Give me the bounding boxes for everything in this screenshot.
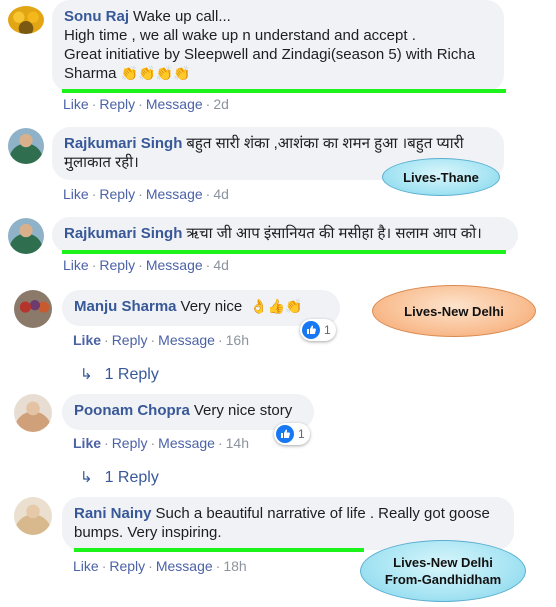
comment-author[interactable]: Sonu Raj <box>64 8 129 25</box>
comment-text: Sharma <box>64 65 117 82</box>
like-link[interactable]: Like <box>63 257 89 273</box>
timestamp[interactable]: 18h <box>223 558 246 574</box>
message-link[interactable]: Message <box>146 257 203 273</box>
message-link[interactable]: Message <box>146 96 203 112</box>
comment-author[interactable]: Poonam Chopra <box>74 402 190 419</box>
comment-text: High time , we all wake up n understand … <box>64 27 416 44</box>
view-replies-link[interactable]: ↳ 1 Reply <box>80 468 159 487</box>
comment-actions: Like · Reply · Message · 4d <box>63 186 229 202</box>
comment-text: ऋचा जी आप इंसानियत की मसीहा है। सलाम आप … <box>186 225 482 242</box>
like-link[interactable]: Like <box>73 558 99 574</box>
reply-link[interactable]: Reply <box>99 257 135 273</box>
avatar[interactable] <box>14 394 52 432</box>
highlight-underline <box>62 250 506 254</box>
comment-text: बहुत सारी शंका ,आशंका का शमन हुआ ।बहुत प… <box>186 135 464 152</box>
reply-arrow-icon: ↳ <box>80 469 93 486</box>
reaction-count: 1 <box>324 323 331 337</box>
highlight-underline <box>74 548 364 552</box>
avatar[interactable] <box>14 497 52 535</box>
highlight-underline <box>62 89 506 93</box>
reply-arrow-icon: ↳ <box>80 366 93 383</box>
like-link[interactable]: Like <box>73 435 101 451</box>
comment-author[interactable]: Rajkumari Singh <box>64 135 182 152</box>
callout-text: Lives-Thane <box>403 169 479 185</box>
reply-link[interactable]: Reply <box>112 332 148 348</box>
location-callout-thane: Lives-Thane <box>382 158 500 196</box>
like-link[interactable]: Like <box>63 96 89 112</box>
comment-actions: Like · Reply · Message · 4d <box>63 257 229 273</box>
timestamp[interactable]: 2d <box>213 96 229 112</box>
comment-actions: Like · Reply · Message · 14h <box>73 435 249 451</box>
message-link[interactable]: Message <box>156 558 213 574</box>
reply-link[interactable]: Reply <box>109 558 145 574</box>
location-callout-gandhidham: Lives-New Delhi From-Gandhidham <box>360 540 526 602</box>
comment-author[interactable]: Rajkumari Singh <box>64 225 182 242</box>
message-link[interactable]: Message <box>158 332 215 348</box>
comment-actions: Like · Reply · Message · 2d <box>63 96 229 112</box>
reaction-summary[interactable]: 1 <box>274 423 310 445</box>
timestamp[interactable]: 4d <box>213 257 229 273</box>
timestamp[interactable]: 14h <box>226 435 249 451</box>
message-link[interactable]: Message <box>146 186 203 202</box>
comment-text: Very nice <box>180 298 243 315</box>
comment-actions: Like · Reply · Message · 16h <box>73 332 249 348</box>
callout-text: Lives-New Delhi <box>393 555 493 570</box>
like-link[interactable]: Like <box>63 186 89 202</box>
like-link[interactable]: Like <box>73 332 101 348</box>
comment-author[interactable]: Manju Sharma <box>74 298 177 315</box>
timestamp[interactable]: 16h <box>226 332 249 348</box>
replies-count[interactable]: 1 Reply <box>105 366 159 383</box>
callout-text: From-Gandhidham <box>384 572 502 587</box>
comment-text: Such a beautiful narrative of life . Rea… <box>155 505 490 522</box>
avatar[interactable] <box>14 290 52 328</box>
avatar[interactable] <box>8 6 44 34</box>
like-reaction-icon <box>302 321 320 339</box>
like-reaction-icon <box>276 425 294 443</box>
location-callout-delhi: Lives-New Delhi <box>372 285 536 337</box>
comment-text: Very nice story <box>193 402 293 419</box>
view-replies-link[interactable]: ↳ 1 Reply <box>80 365 159 384</box>
comment-author[interactable]: Rani Nainy <box>74 505 152 522</box>
clap-emoji: 👏👏👏👏 <box>120 65 191 81</box>
reaction-summary[interactable]: 1 <box>300 319 336 341</box>
avatar[interactable] <box>8 128 44 164</box>
comment-actions: Like · Reply · Message · 18h <box>73 558 247 574</box>
message-link[interactable]: Message <box>158 435 215 451</box>
reply-link[interactable]: Reply <box>99 186 135 202</box>
comment-text: Wake up call... <box>133 8 231 25</box>
comment-bubble: Sonu Raj Wake up call... High time , we a… <box>52 0 504 92</box>
replies-count[interactable]: 1 Reply <box>105 469 159 486</box>
reply-link[interactable]: Reply <box>99 96 135 112</box>
reaction-count: 1 <box>298 427 305 441</box>
reaction-emoji: 👌👍👏 <box>250 298 303 314</box>
avatar[interactable] <box>8 218 44 254</box>
timestamp[interactable]: 4d <box>213 186 229 202</box>
reply-link[interactable]: Reply <box>112 435 148 451</box>
comment-bubble: Manju Sharma Very nice 👌👍👏 <box>62 290 340 326</box>
callout-text: Lives-New Delhi <box>404 303 504 319</box>
comment-text: Great initiative by Sleepwell and Zindag… <box>64 46 476 63</box>
comment-bubble: Rajkumari Singh ऋचा जी आप इंसानियत की मसी… <box>52 217 518 253</box>
comment-bubble: Poonam Chopra Very nice story <box>62 394 314 430</box>
